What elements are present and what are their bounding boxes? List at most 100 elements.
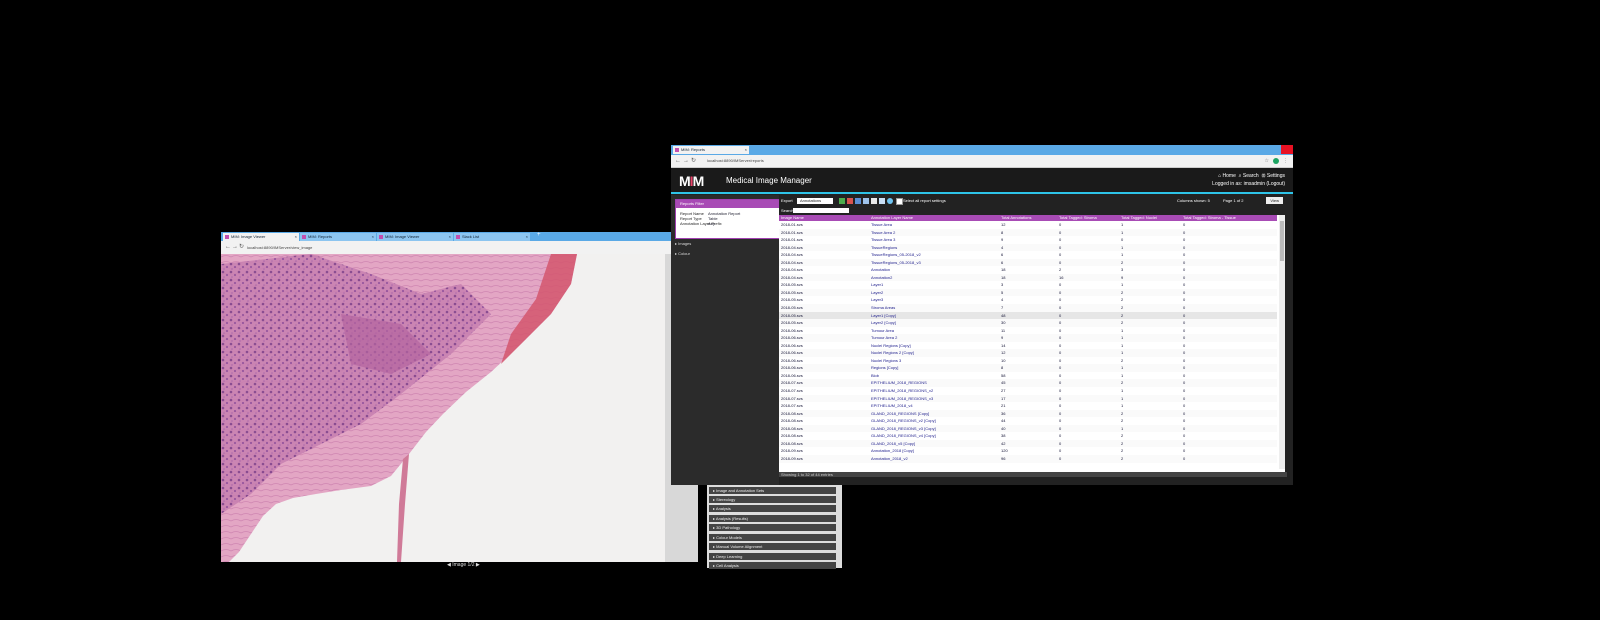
menu-item-stereology[interactable]: ▸ Stereology: [709, 496, 836, 503]
table-row[interactable]: 2018-05.svs Stroma Areas 7 0 2 0: [779, 304, 1277, 312]
menu-item-analysis-results[interactable]: ▸ Analysis (Results): [709, 515, 836, 522]
nav-search[interactable]: Search: [1243, 173, 1259, 179]
table-cell: 0: [1181, 311, 1277, 320]
table-row[interactable]: 2018-05.svs Layer1 [Copy] 48 0 2 0: [779, 311, 1277, 320]
table-cell: 0: [1181, 439, 1277, 448]
forward-icon[interactable]: →: [232, 241, 238, 254]
table-row[interactable]: 2018-08.svs GLAND_2018_REGIONS_v4 [Copy] 3…: [779, 432, 1277, 440]
menu-item-deep-learning[interactable]: ▸ Deep Learning: [709, 553, 836, 560]
slide-image-viewport[interactable]: [221, 254, 665, 562]
table-row[interactable]: 2018-05.svs Layer1 3 0 1 0: [779, 281, 1277, 289]
table-row[interactable]: 2018-01.svs Tissue Area 12 0 1 0: [779, 221, 1277, 229]
url-input[interactable]: localhost:8890/IMServer/reports: [707, 155, 764, 167]
close-tab-icon[interactable]: ×: [295, 233, 297, 241]
reload-icon[interactable]: ↻: [691, 155, 696, 167]
table-cell: 1: [1119, 364, 1181, 372]
table-row[interactable]: 2018-07.svs EPITHELIUM_2018_REGIONS_v3 17 0…: [779, 394, 1277, 403]
table-row[interactable]: 2018-06.svs Nuclei Regions 3 10 0 2 0: [779, 357, 1277, 365]
table-row[interactable]: 2018-09.svs Annotation_2018_v2 96 0 2 0: [779, 454, 1277, 463]
table-scrollbar[interactable]: [1279, 215, 1285, 469]
browser-tab-image-viewer[interactable]: MIM: Image Viewer ×: [223, 233, 299, 241]
select-all-checkbox[interactable]: [896, 198, 903, 205]
browser-tab-reports[interactable]: MIM: Reports ×: [300, 233, 376, 241]
delete-icon[interactable]: [847, 198, 853, 204]
table-row[interactable]: 2018-04.svs Annotation2 18 16 9 0: [779, 273, 1277, 282]
close-tab-icon[interactable]: ×: [745, 146, 747, 154]
report-name-select[interactable]: Annotations: [797, 198, 833, 204]
table-row[interactable]: 2018-04.svs TissueRegions_05-2018_v3 6 0 2 0: [779, 258, 1277, 267]
table-row[interactable]: 2018-07.svs EPITHELIUM_2018_REGIONS 45 0 2 0: [779, 379, 1277, 388]
table-row[interactable]: 2018-06.svs Blob 58 0 1 0: [779, 372, 1277, 380]
menu-item-analysis[interactable]: ▸ Analysis: [709, 505, 836, 512]
table-row[interactable]: 2018-01.svs Tissue Area 28010: [779, 228, 1277, 237]
url-input[interactable]: localhost:8890/IMServer/view_image: [247, 241, 312, 254]
menu-item-cell-analysis[interactable]: ▸ Cell Analysis: [709, 562, 836, 569]
sidebar-link-images[interactable]: ▸ Images: [675, 241, 691, 246]
table-row[interactable]: 2018-06.svs Nuclei Regions 2 [Copy] 12 0 1 0: [779, 349, 1277, 357]
close-tab-icon[interactable]: ×: [526, 233, 528, 241]
table-cell: 0: [1181, 258, 1277, 267]
browser-tab-reports[interactable]: MIM: Reports ×: [673, 146, 749, 154]
close-tab-icon[interactable]: ×: [372, 233, 374, 241]
table-row[interactable]: 2018-05.svs Layer3 4 0 2 0: [779, 296, 1277, 304]
table-row[interactable]: 2018-08.svs GLAND_2018_v5 [Copy] 42 0 2 0: [779, 439, 1277, 448]
table-cell: 14: [1001, 342, 1006, 348]
table-cell: 2018-05.svs: [779, 319, 869, 327]
table-search-input[interactable]: [793, 208, 849, 213]
menu-item-manual-volume-alignment[interactable]: ▸ Manual Volume Alignment: [709, 543, 836, 550]
prev-image-icon[interactable]: ◀: [447, 562, 451, 568]
table-row[interactable]: 2018-06.svs Tumour Area 11 0 1 0: [779, 327, 1277, 335]
save-icon[interactable]: [855, 198, 861, 204]
minimize-window-icon[interactable]: [1255, 145, 1267, 154]
nav-home[interactable]: Home: [1223, 173, 1236, 179]
menu-icon[interactable]: ⋮: [1283, 155, 1288, 167]
table-row[interactable]: 2018-08.svs GLAND_2018_REGIONS [Copy] 36 0 2…: [779, 409, 1277, 418]
profile-avatar[interactable]: [1273, 158, 1279, 164]
table-cell: 8: [999, 228, 1057, 237]
table-row[interactable]: 2018-04.svs TissueRegions 4 0 1 0: [779, 243, 1277, 252]
table-row[interactable]: 2018-08.svs GLAND_2018_REGIONS_v3 [Copy] 4…: [779, 424, 1277, 433]
table-row[interactable]: 2018-05.svs Layer2 [Copy] 30 0 2 0: [779, 319, 1277, 327]
back-icon[interactable]: ←: [225, 241, 231, 254]
forward-icon[interactable]: →: [683, 155, 689, 167]
back-icon[interactable]: ←: [675, 155, 681, 167]
maximize-window-icon[interactable]: [1268, 145, 1280, 154]
table-row[interactable]: 2018-04.svs TissueRegions_05-2018_v2 6 0 1 0: [779, 251, 1277, 259]
sidebar-link-colour[interactable]: ▸ Colour: [675, 251, 690, 256]
table-row[interactable]: 2018-09.svs Annotation_2018 [Copy] 120 0 2 0: [779, 447, 1277, 455]
table-row[interactable]: 2018-01.svs Tissue Area 3 9 0 0 0: [779, 236, 1277, 244]
page-icon[interactable]: [879, 198, 885, 204]
table-row[interactable]: 2018-06.svs Regions [Copy] 8 0 1 0: [779, 364, 1277, 372]
table-cell: 0: [1183, 327, 1186, 333]
table-cell: 0: [1057, 364, 1119, 372]
add-icon[interactable]: [839, 198, 845, 204]
next-image-icon[interactable]: ▶: [476, 562, 480, 568]
settings-icon[interactable]: [887, 198, 893, 204]
table-row[interactable]: 2018-07.svs EPITHELIUM_2018_REGIONS_v2 27 0…: [779, 387, 1277, 395]
browser-tab-image-viewer-2[interactable]: MIM: Image Viewer ×: [377, 233, 453, 241]
table-row[interactable]: 2018-08.svs GLAND_2018_REGIONS_v2 [Copy] 4…: [779, 417, 1277, 425]
filter-row-layer-prefix[interactable]: Annotation Layer Prefix Any: [676, 221, 779, 226]
menu-item-image-annotation-sets[interactable]: ▸ Image and Annotation Sets: [709, 487, 836, 494]
browser-tab-slack-list[interactable]: Slack List ×: [454, 233, 530, 241]
new-tab-icon[interactable]: +: [537, 232, 541, 238]
menu-item-3d-pathology[interactable]: ▸ 3D Pathology: [709, 524, 836, 531]
menu-item-colour-models[interactable]: ▸ Colour Models: [709, 534, 836, 541]
table-row[interactable]: 2018-07.svs EPITHELIUM_2018_v4 21 0 1 0: [779, 402, 1277, 410]
nav-settings[interactable]: Settings: [1267, 173, 1285, 179]
table-row[interactable]: 2018-05.svs Layer2 5 0 2 0: [779, 288, 1277, 297]
logged-in-text[interactable]: Logged in as: imsadmin (Logout): [1212, 181, 1285, 187]
star-icon[interactable]: ☆: [1265, 155, 1269, 167]
table-row[interactable]: 2018-06.svs Tumour Area 29010: [779, 334, 1277, 342]
scrollbar-thumb[interactable]: [1280, 221, 1284, 261]
table-row[interactable]: 2018-06.svs Nuclei Regions [Copy] 14 0 1 0: [779, 342, 1277, 350]
table-cell: 4: [1001, 297, 1004, 303]
close-window-icon[interactable]: [1281, 145, 1293, 154]
copy-icon[interactable]: [863, 198, 869, 204]
document-icon[interactable]: [871, 198, 877, 204]
table-row[interactable]: 2018-04.svs Annotation 18 2 3 0: [779, 266, 1277, 274]
view-button[interactable]: View: [1266, 197, 1283, 204]
reload-icon[interactable]: ↻: [239, 241, 244, 254]
table-cell: 18: [1001, 267, 1006, 273]
close-tab-icon[interactable]: ×: [449, 233, 451, 241]
